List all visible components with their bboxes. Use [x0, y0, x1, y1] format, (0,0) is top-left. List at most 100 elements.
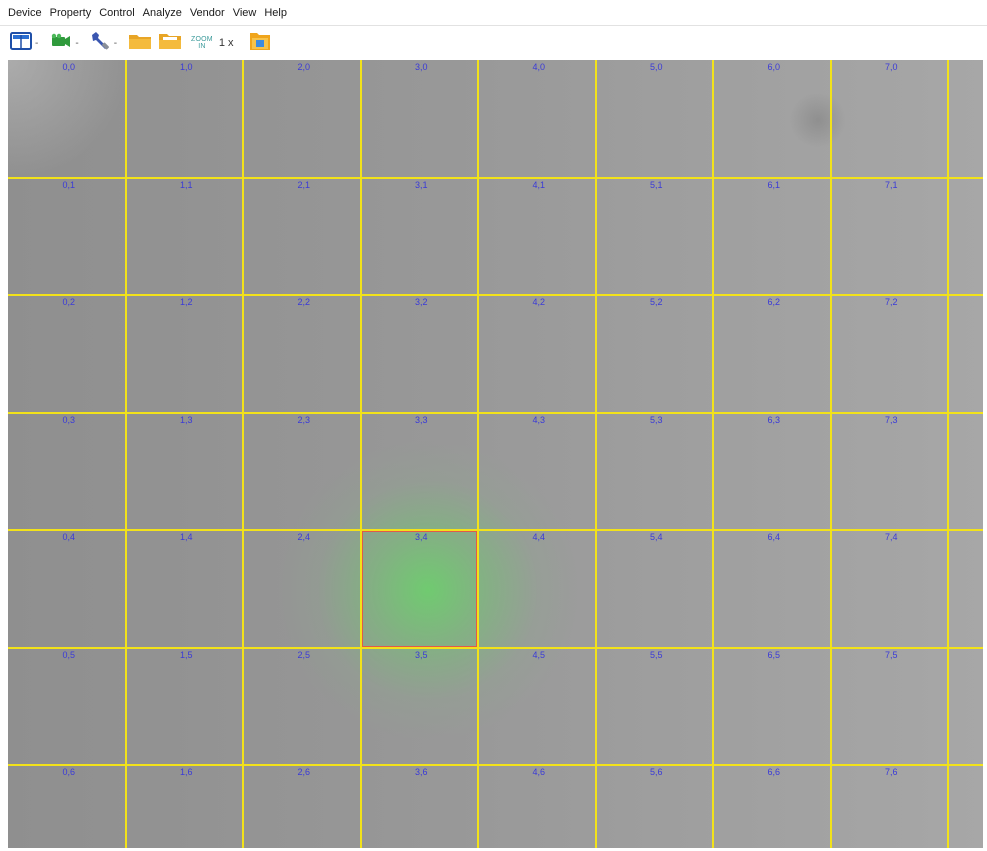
grid-cell[interactable] — [243, 648, 361, 766]
grid-cell[interactable] — [126, 413, 244, 531]
cell-label: 4,1 — [532, 179, 546, 190]
grid-cell[interactable] — [596, 60, 714, 178]
menu-control[interactable]: Control — [95, 0, 138, 26]
grid-cell[interactable] — [713, 178, 831, 296]
cell-label: 7,2 — [884, 297, 898, 307]
camera-button[interactable]: - — [48, 29, 84, 57]
grid-cell[interactable] — [361, 413, 479, 531]
grid-cell[interactable] — [126, 60, 244, 178]
open-button[interactable] — [127, 29, 153, 57]
grid-cell[interactable] — [361, 295, 479, 413]
grid-cell[interactable] — [126, 648, 244, 766]
cell-label: 6,3 — [767, 414, 781, 425]
grid-cell[interactable] — [478, 530, 596, 648]
menu-device[interactable]: Device — [4, 0, 46, 26]
grid-cell[interactable] — [8, 765, 126, 848]
cell-label: 5,3 — [649, 414, 663, 425]
save-button[interactable] — [157, 29, 183, 57]
grid-cell[interactable] — [596, 765, 714, 848]
grid-cell[interactable] — [8, 648, 126, 766]
zoom-in-icon: ZOOM IN — [191, 36, 213, 50]
cell-label: 6,2 — [767, 297, 781, 307]
cell-label: 5,4 — [649, 532, 663, 542]
grid-cell[interactable] — [126, 178, 244, 296]
dropdown-arrow[interactable]: - — [75, 38, 78, 49]
grid-cell[interactable] — [596, 413, 714, 531]
grid-cell[interactable] — [478, 765, 596, 848]
dropdown-arrow[interactable]: - — [35, 38, 38, 49]
cell-label: 0,4 — [62, 532, 76, 542]
grid-cell[interactable] — [478, 413, 596, 531]
menu-view[interactable]: View — [229, 0, 261, 26]
grid-cell[interactable] — [596, 648, 714, 766]
grid-cell[interactable] — [831, 413, 949, 531]
grid-cell[interactable] — [126, 530, 244, 648]
grid-cell[interactable] — [713, 295, 831, 413]
grid-cell[interactable] — [243, 765, 361, 848]
cell-label: 3,6 — [414, 767, 428, 777]
cell-label: 1,0 — [179, 62, 193, 72]
dropdown-arrow[interactable]: - — [114, 38, 117, 49]
grid-cell[interactable] — [596, 295, 714, 413]
grid-cell[interactable] — [243, 60, 361, 178]
cell-label: 1,4 — [179, 532, 193, 542]
settings-button[interactable]: - — [89, 29, 123, 57]
grid-cell[interactable] — [361, 765, 479, 848]
open-folder-icon — [157, 31, 183, 56]
cell-label: 5,6 — [649, 767, 663, 777]
grid-cell[interactable] — [478, 295, 596, 413]
grid-cell[interactable] — [361, 178, 479, 296]
camera-viewport[interactable]: 0,0 1,0 2,0 3,0 4,0 5,0 6,0 7,0 0,1 1,1 2,1 3,1 4,1 5… — [8, 60, 983, 848]
cell-label: 2,5 — [297, 649, 311, 660]
export-button[interactable] — [248, 29, 272, 57]
cell-label: 6,0 — [767, 62, 781, 72]
cell-label: 4,2 — [532, 297, 546, 307]
grid-cell[interactable] — [126, 295, 244, 413]
menu-analyze[interactable]: Analyze — [139, 0, 186, 26]
cell-label: 2,3 — [297, 414, 311, 425]
grid-cell[interactable] — [8, 530, 126, 648]
menu-vendor[interactable]: Vendor — [186, 0, 229, 26]
display-layout-icon — [10, 31, 32, 55]
selected-grid-cell[interactable] — [361, 531, 477, 647]
grid-cell[interactable] — [713, 648, 831, 766]
grid-cell[interactable] — [361, 60, 479, 178]
grid-cell[interactable] — [243, 530, 361, 648]
grid-cell[interactable] — [478, 648, 596, 766]
grid-cell[interactable] — [126, 765, 244, 848]
grid-cell[interactable] — [243, 413, 361, 531]
display-layout-button[interactable]: - — [10, 29, 44, 57]
grid-cell[interactable] — [8, 295, 126, 413]
grid-cell[interactable] — [831, 295, 949, 413]
grid-cell[interactable] — [243, 178, 361, 296]
grid-cell[interactable] — [713, 413, 831, 531]
grid-cell[interactable] — [478, 178, 596, 296]
grid-cell[interactable] — [713, 765, 831, 848]
grid-cell[interactable] — [596, 530, 714, 648]
cell-label: 2,4 — [297, 532, 311, 542]
wrench-icon — [89, 30, 111, 57]
export-folder-icon — [248, 30, 272, 57]
grid-cell[interactable] — [8, 60, 126, 178]
menu-help[interactable]: Help — [260, 0, 291, 26]
cell-label: 0,0 — [62, 62, 76, 72]
menu-property[interactable]: Property — [46, 0, 96, 26]
grid-cell[interactable] — [596, 178, 714, 296]
cell-label: 4,4 — [532, 532, 546, 542]
grid-cell[interactable] — [831, 765, 949, 848]
grid-cell[interactable] — [831, 178, 949, 296]
grid-cell[interactable] — [8, 413, 126, 531]
grid-cell[interactable] — [8, 178, 126, 296]
grid-cell[interactable] — [361, 648, 479, 766]
grid-cell[interactable] — [831, 60, 949, 178]
grid-cell[interactable] — [831, 648, 949, 766]
zoom-in-button[interactable]: ZOOM IN 1 x — [187, 29, 243, 57]
grid-cell[interactable] — [713, 530, 831, 648]
grid-cell[interactable] — [478, 60, 596, 178]
grid-cell[interactable] — [243, 295, 361, 413]
grid-cell[interactable] — [831, 530, 949, 648]
grid-cell[interactable] — [713, 60, 831, 178]
cell-label: 6,6 — [767, 767, 781, 777]
cell-label: 1,3 — [179, 414, 193, 425]
toolbar: - - - ZOOM IN 1 x — [0, 26, 987, 60]
